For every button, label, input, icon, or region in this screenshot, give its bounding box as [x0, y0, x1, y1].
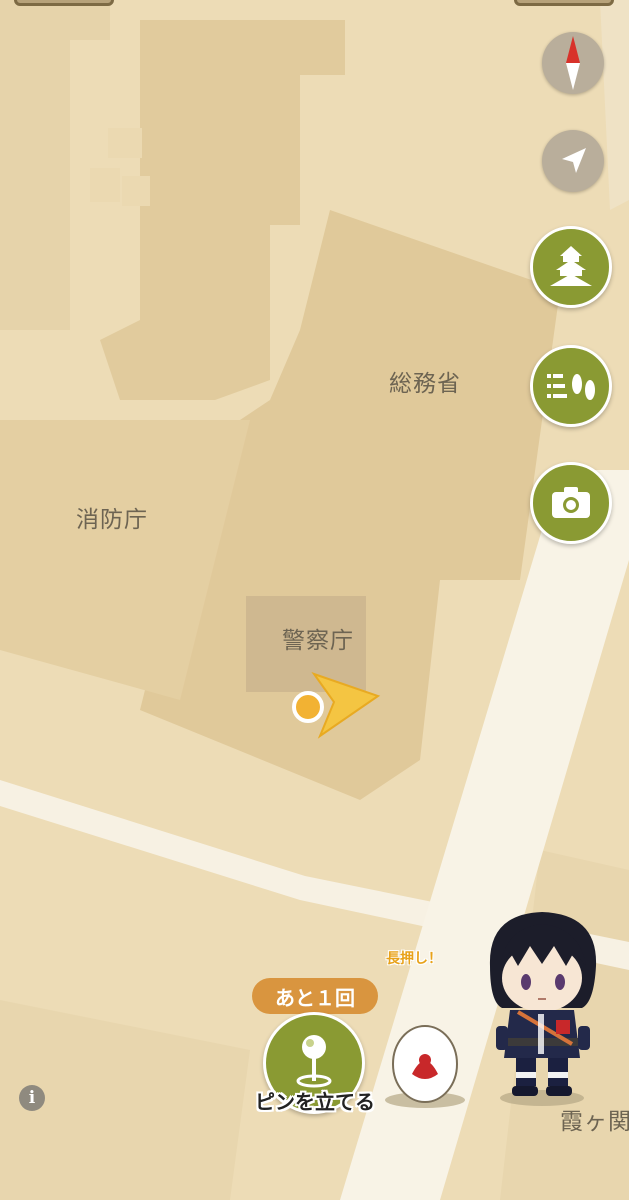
player-dot-icon — [292, 691, 324, 723]
long-press-hint: 長押し！ — [386, 951, 442, 967]
map-label-soumusho: 総務省 — [389, 371, 461, 397]
castle-button[interactable] — [530, 226, 612, 308]
castle-icon — [550, 246, 592, 286]
building-small — [122, 176, 150, 206]
camera-icon — [552, 487, 590, 518]
footprints-button[interactable] — [530, 345, 612, 427]
top-right-menu-button[interactable] — [514, 0, 614, 6]
location-arrow-icon — [562, 148, 586, 173]
top-left-menu-button[interactable] — [14, 0, 114, 6]
egg-companion[interactable] — [380, 1018, 470, 1110]
map-label-shouboucho: 消防庁 — [76, 507, 148, 533]
pin-remaining-badge: あと１回 — [252, 978, 378, 1022]
current-location-button[interactable] — [542, 130, 604, 192]
building-small — [108, 128, 142, 158]
building-small — [90, 168, 120, 202]
map-label-keisatsucho: 警察庁 — [282, 628, 354, 654]
info-button[interactable]: i — [19, 1085, 45, 1111]
character-sword-companion[interactable] — [482, 908, 604, 1108]
compass-icon — [566, 36, 580, 90]
status-bar-fragment — [212, 0, 392, 4]
camera-button[interactable] — [530, 462, 612, 544]
footprints-icon — [547, 374, 595, 400]
place-pin-label: ピンを立てる — [255, 1090, 375, 1114]
compass-button[interactable] — [542, 32, 604, 94]
player-location-marker — [292, 672, 381, 739]
